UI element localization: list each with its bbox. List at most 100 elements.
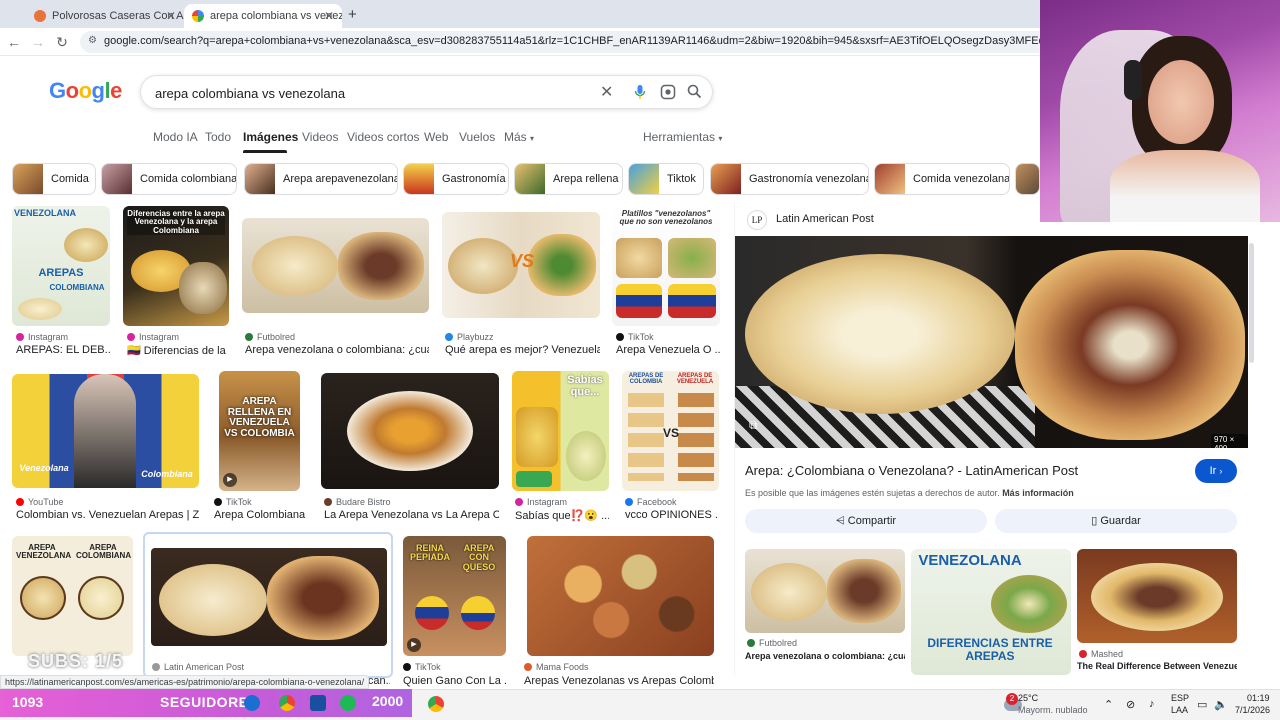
image-overlay-text: AREPA VENEZOLANA bbox=[16, 543, 72, 561]
forward-icon[interactable]: → bbox=[30, 34, 46, 50]
image-overlay-text: AREPAS bbox=[38, 267, 84, 279]
site-info-icon[interactable]: ⚙ bbox=[88, 35, 97, 46]
tab-arepa-search[interactable]: arepa colombiana vs venezolan ✕ bbox=[184, 4, 342, 28]
chrome-taskbar-icon[interactable] bbox=[428, 696, 444, 712]
panel-main-image[interactable]: ⧉ 970 × 400 bbox=[735, 236, 1248, 448]
panel-site-name[interactable]: Latin American Post bbox=[776, 213, 874, 225]
tab-videos-cortos[interactable]: Videos cortos bbox=[347, 130, 420, 144]
related-title[interactable]: Arepa venezolana o colombiana: ¿cuál ... bbox=[745, 651, 905, 661]
tab-mas[interactable]: Más ▾ bbox=[504, 130, 534, 144]
result-image-2[interactable]: Diferencias entre la arepa Venezolana y … bbox=[123, 206, 229, 326]
tab-web[interactable]: Web bbox=[424, 130, 448, 144]
result-image-1[interactable]: VENEZOLANA AREPAS COLOMBIANA bbox=[12, 206, 110, 326]
result-image-11[interactable]: AREPA VENEZOLANA AREPA COLOMBIANA bbox=[12, 536, 133, 656]
clear-icon[interactable]: ✕ bbox=[600, 82, 613, 102]
result-title[interactable]: Arepa Venezuela O ... bbox=[616, 344, 720, 356]
close-icon[interactable]: ✕ bbox=[324, 9, 334, 23]
tab-imagenes[interactable]: Imágenes bbox=[243, 130, 298, 144]
related-title[interactable]: The Real Difference Between Venezuel... bbox=[1077, 661, 1237, 671]
chrome-taskbar-icon[interactable] bbox=[279, 695, 295, 711]
tools-button[interactable]: Herramientas ▾ bbox=[643, 130, 722, 144]
keyboard-language[interactable]: ESP bbox=[1171, 693, 1189, 703]
lens-icon[interactable] bbox=[660, 84, 676, 103]
chip-arepa-arepavenezolana[interactable]: Arepa arepavenezolana bbox=[244, 163, 398, 195]
result-title[interactable]: 🇨🇴 Diferencias de la ... bbox=[127, 344, 227, 357]
result-image-5[interactable]: Platillos "venezolanos" que no son venez… bbox=[612, 206, 720, 326]
chip-more[interactable] bbox=[1015, 163, 1040, 195]
tab-modo-ia[interactable]: Modo IA bbox=[153, 130, 198, 144]
network-off-icon[interactable]: ⊘ bbox=[1126, 698, 1135, 711]
chip-tiktok[interactable]: Tiktok bbox=[628, 163, 704, 195]
display-icon[interactable]: ▭ bbox=[1197, 698, 1207, 711]
arepa-illustration bbox=[64, 228, 108, 262]
microphone-icon[interactable] bbox=[634, 84, 646, 103]
clock-time[interactable]: 01:19 bbox=[1247, 693, 1270, 703]
chip-comida[interactable]: Comida bbox=[12, 163, 96, 195]
visit-button[interactable]: Ir › bbox=[1195, 459, 1237, 483]
related-image-3[interactable] bbox=[1077, 549, 1237, 643]
tray-chevron-up-icon[interactable]: ⌃ bbox=[1104, 698, 1113, 711]
result-image-9[interactable]: Sabías que... bbox=[512, 371, 609, 491]
result-title[interactable]: Sabías que⁉️😮 ... bbox=[515, 509, 609, 522]
result-image-8[interactable] bbox=[321, 373, 499, 489]
image-overlay-text: DIFERENCIAS ENTRE AREPAS bbox=[927, 636, 1053, 663]
share-button[interactable]: ⩤ Compartir bbox=[745, 509, 987, 533]
app-icon[interactable] bbox=[310, 695, 326, 711]
result-title[interactable]: Qué arepa es mejor? Venezuela ... bbox=[445, 344, 600, 356]
new-tab-button[interactable]: + bbox=[348, 6, 357, 23]
result-image-14[interactable] bbox=[527, 536, 714, 656]
back-icon[interactable]: ← bbox=[6, 34, 22, 50]
result-title[interactable]: Arepa venezolana o colombiana: ¿cuál ... bbox=[245, 344, 429, 356]
result-image-3[interactable] bbox=[242, 218, 429, 313]
panel-title[interactable]: Arepa: ¿Colombiana o Venezolana? - Latin… bbox=[745, 463, 1185, 478]
app-icon[interactable] bbox=[244, 695, 260, 711]
image-overlay-text: VENEZOLANA bbox=[14, 208, 77, 218]
result-image-6[interactable]: Venezolana Colombiana bbox=[12, 374, 199, 488]
result-image-4[interactable]: VS bbox=[442, 212, 600, 318]
tab-videos[interactable]: Videos bbox=[302, 130, 338, 144]
search-icon[interactable] bbox=[687, 84, 702, 102]
clock-date[interactable]: 7/1/2026 bbox=[1235, 705, 1270, 715]
address-bar[interactable]: ⚙ google.com/search?q=arepa+colombiana+v… bbox=[80, 31, 1080, 53]
result-title[interactable]: Arepa Colombiana... bbox=[214, 509, 306, 521]
result-title[interactable]: vcco OPINIONES ... bbox=[625, 509, 719, 521]
link-status-bar: https://latinamericanpost.com/es/america… bbox=[0, 675, 370, 689]
related-image-1[interactable] bbox=[745, 549, 905, 633]
result-title[interactable]: La Arepa Venezolana vs La Arepa Col... bbox=[324, 509, 499, 521]
microphone-icon[interactable]: ♪ bbox=[1149, 698, 1155, 710]
chip-arepa-rellena[interactable]: Arepa rellena bbox=[514, 163, 623, 195]
related-image-2[interactable]: VENEZOLANA DIFERENCIAS ENTRE AREPAS bbox=[911, 549, 1071, 675]
spotify-icon[interactable] bbox=[340, 695, 356, 711]
lens-search-icon[interactable]: ⧉ bbox=[749, 418, 765, 434]
save-button[interactable]: ▯ Guardar bbox=[995, 509, 1237, 533]
image-dimensions: 970 × 400 bbox=[1211, 434, 1248, 448]
chip-comida-colombiana[interactable]: Comida colombiana bbox=[101, 163, 237, 195]
reload-icon[interactable]: ↻ bbox=[54, 34, 70, 51]
result-title[interactable]: Colombian vs. Venezuelan Arepas | Zin... bbox=[16, 509, 199, 521]
more-info-link[interactable]: Más información bbox=[1002, 488, 1074, 498]
result-image-13[interactable]: REINA PEPIADA AREPA CON QUESO ▶ bbox=[403, 536, 506, 656]
result-title[interactable]: Quien Gano Con La ... bbox=[403, 675, 506, 687]
chip-gastronomia[interactable]: Gastronomía bbox=[403, 163, 509, 195]
instagram-icon bbox=[515, 498, 523, 506]
tab-todo[interactable]: Todo bbox=[205, 130, 231, 144]
chip-gastronomia-venezolana[interactable]: Gastronomía venezolana bbox=[710, 163, 869, 195]
chip-thumbnail bbox=[1016, 164, 1039, 194]
result-image-12-selected[interactable] bbox=[143, 532, 393, 678]
food-photo bbox=[616, 238, 662, 278]
result-title[interactable]: AREPAS: EL DEB... bbox=[16, 344, 110, 356]
chip-comida-venezolana[interactable]: Comida venezolana bbox=[874, 163, 1010, 195]
copyright-notice: Es posible que las imágenes estén sujeta… bbox=[745, 488, 1074, 498]
arepa-photo bbox=[347, 391, 473, 471]
result-image-7[interactable]: AREPA RELLENA EN VENEZUELA VS COLOMBIA ▶ bbox=[219, 371, 300, 491]
result-title[interactable]: Arepas Venezolanas vs Arepas Colombian..… bbox=[524, 675, 714, 687]
result-image-10[interactable]: AREPAS DE COLOMBIA AREPAS DE VENEZUELA V… bbox=[622, 371, 719, 491]
volume-icon[interactable]: 🔈 bbox=[1214, 698, 1228, 711]
panel-scrollbar[interactable] bbox=[1249, 243, 1254, 363]
google-logo[interactable]: Google bbox=[49, 78, 122, 104]
close-icon[interactable]: ✕ bbox=[166, 9, 176, 23]
search-box[interactable]: arepa colombiana vs venezolana ✕ bbox=[140, 75, 713, 109]
tab-vuelos[interactable]: Vuelos bbox=[459, 130, 495, 144]
search-input[interactable]: arepa colombiana vs venezolana bbox=[155, 86, 345, 101]
tab-polvorosas[interactable]: Polvorosas Caseras Con Aceite ✕ bbox=[26, 4, 184, 28]
